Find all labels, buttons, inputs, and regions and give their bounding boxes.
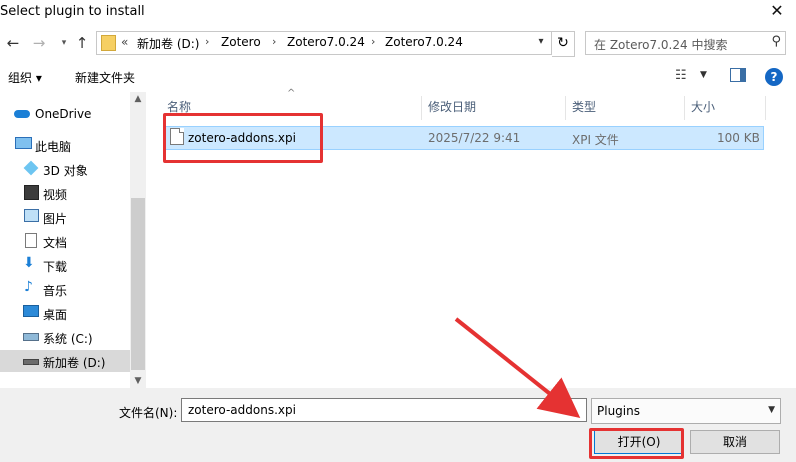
folder-icon xyxy=(101,35,116,51)
chevron-down-icon[interactable]: ▼ xyxy=(700,70,707,80)
scroll-down-icon[interactable]: ▼ xyxy=(131,376,145,386)
nav-item-3d-objects[interactable]: 3D 对象 xyxy=(0,158,130,180)
file-size: 100 KB xyxy=(717,131,760,145)
desktop-icon xyxy=(23,305,39,317)
search-input[interactable]: 在 Zotero7.0.24 中搜索 ⚲ xyxy=(585,31,786,55)
filename-value: zotero-addons.xpi xyxy=(188,403,296,417)
breadcrumb-overflow[interactable]: « xyxy=(121,35,128,49)
chevron-down-icon: ▼ xyxy=(768,405,775,415)
close-icon[interactable]: ✕ xyxy=(768,2,786,20)
nav-label: 下载 xyxy=(43,260,68,274)
nav-label: 桌面 xyxy=(43,308,68,322)
search-icon: ⚲ xyxy=(771,34,781,49)
refresh-icon[interactable]: ↻ xyxy=(552,31,575,57)
column-divider[interactable] xyxy=(765,96,766,120)
cube-icon xyxy=(23,160,39,176)
file-type: XPI 文件 xyxy=(572,133,619,147)
address-bar[interactable]: « 新加卷 (D:) › Zotero › Zotero7.0.24 › Zot… xyxy=(96,31,552,55)
column-divider[interactable] xyxy=(565,96,566,120)
download-arrow-icon: ⬇ xyxy=(23,255,35,271)
column-divider[interactable] xyxy=(684,96,685,120)
forward-arrow-icon[interactable]: → xyxy=(30,33,48,53)
file-modified: 2025/7/22 9:41 xyxy=(428,131,521,145)
drive-icon xyxy=(23,333,39,341)
nav-item-documents[interactable]: 文档 xyxy=(0,230,130,252)
nav-label: 新加卷 (D:) xyxy=(43,356,106,370)
column-divider[interactable] xyxy=(421,96,422,120)
nav-label: 此电脑 xyxy=(35,140,72,154)
nav-item-music[interactable]: ♪ 音乐 xyxy=(0,278,130,300)
computer-icon xyxy=(15,137,32,149)
file-type-value: Plugins xyxy=(597,404,640,418)
nav-label: 文档 xyxy=(43,236,68,250)
nav-label: 视频 xyxy=(43,188,68,202)
preview-pane-icon[interactable] xyxy=(730,68,746,82)
organize-button[interactable]: 组织 ▾ xyxy=(8,69,42,86)
nav-item-desktop[interactable]: 桌面 xyxy=(0,302,130,324)
new-folder-button[interactable]: 新建文件夹 xyxy=(75,69,135,86)
chevron-down-icon[interactable]: ▾ xyxy=(533,34,549,50)
nav-label: 系统 (C:) xyxy=(43,332,93,346)
view-options-icon[interactable]: ☷ xyxy=(675,68,687,83)
nav-item-onedrive[interactable]: OneDrive xyxy=(0,103,130,125)
navigation-pane: OneDrive 此电脑 3D 对象 视频 图片 文档 ⬇ 下载 ♪ 音乐 桌面… xyxy=(0,92,146,388)
back-arrow-icon[interactable]: ← xyxy=(4,33,22,53)
breadcrumb-separator[interactable]: › xyxy=(205,35,209,48)
file-type-select[interactable]: Plugins ▼ xyxy=(591,398,781,424)
annotation-arrow xyxy=(454,317,581,418)
nav-item-pictures[interactable]: 图片 xyxy=(0,206,130,228)
up-arrow-icon[interactable]: ↑ xyxy=(73,33,91,53)
column-header-size[interactable]: 大小 xyxy=(691,98,715,122)
document-icon xyxy=(25,233,37,248)
title-bar: Select plugin to install ✕ xyxy=(0,0,796,26)
nav-label: 图片 xyxy=(43,212,68,226)
scroll-up-icon[interactable]: ▲ xyxy=(131,94,145,104)
cancel-button[interactable]: 取消 xyxy=(690,430,780,454)
cloud-icon xyxy=(14,110,30,118)
drive-icon xyxy=(23,359,39,365)
nav-scrollbar-thumb[interactable] xyxy=(131,198,145,370)
window-title: Select plugin to install xyxy=(0,4,145,19)
recent-dropdown-icon[interactable]: ▾ xyxy=(55,33,73,53)
nav-item-this-pc[interactable]: 此电脑 xyxy=(0,134,130,156)
command-bar: 组织 ▾ 新建文件夹 ☷ ▼ ? xyxy=(0,64,796,90)
breadcrumb-separator[interactable]: › xyxy=(272,35,276,48)
breadcrumb-version[interactable]: Zotero7.0.24 xyxy=(287,35,365,49)
nav-item-downloads[interactable]: ⬇ 下载 xyxy=(0,254,130,276)
annotation-box-file xyxy=(163,113,323,163)
breadcrumb-zotero[interactable]: Zotero xyxy=(221,35,261,49)
nav-label: 音乐 xyxy=(43,284,68,298)
help-icon[interactable]: ? xyxy=(765,68,783,86)
breadcrumb-current[interactable]: Zotero7.0.24 xyxy=(385,35,463,49)
nav-item-system-c[interactable]: 系统 (C:) xyxy=(0,326,130,348)
nav-item-new-volume-d[interactable]: 新加卷 (D:) xyxy=(0,350,130,372)
annotation-box-open xyxy=(589,428,684,459)
film-icon xyxy=(24,185,39,200)
column-header-modified[interactable]: 修改日期 xyxy=(428,98,476,122)
filename-label: 文件名(N): xyxy=(119,406,178,420)
column-header-type[interactable]: 类型 xyxy=(572,98,596,122)
nav-item-videos[interactable]: 视频 xyxy=(0,182,130,204)
search-placeholder: 在 Zotero7.0.24 中搜索 xyxy=(594,38,728,52)
nav-label: 3D 对象 xyxy=(43,164,88,178)
breadcrumb-drive[interactable]: 新加卷 (D:) xyxy=(137,35,199,52)
picture-icon xyxy=(24,209,39,222)
sort-ascending-icon: ^ xyxy=(287,88,296,99)
nav-label: OneDrive xyxy=(35,107,92,121)
music-note-icon: ♪ xyxy=(24,279,33,295)
breadcrumb-separator[interactable]: › xyxy=(371,35,375,48)
